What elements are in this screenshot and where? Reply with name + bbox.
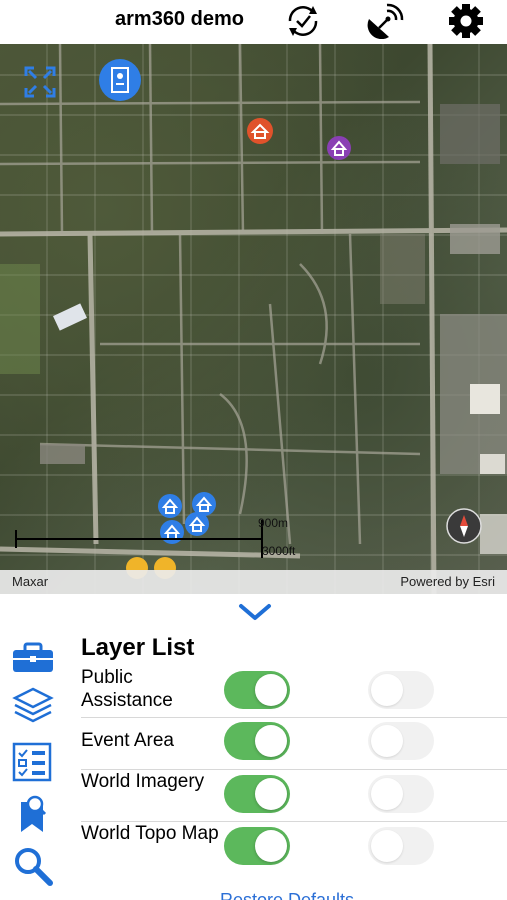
layer-row-public-assistance: Public Assistance	[81, 666, 507, 718]
attribution-source: Maxar	[12, 574, 49, 589]
map-view[interactable]: 900m 3000ft	[0, 44, 507, 594]
layer-row-world-topo-map: World Topo Map	[81, 822, 507, 874]
house-marker-purple[interactable]	[327, 136, 351, 160]
app-title: arm360 demo	[115, 8, 244, 30]
map-imagery	[0, 44, 507, 594]
map-attribution: Maxar Powered by Esri	[0, 570, 507, 594]
extent-icon[interactable]	[24, 66, 56, 98]
layer-visibility-toggle[interactable]	[224, 827, 290, 865]
layer-visibility-toggle[interactable]	[224, 671, 290, 709]
bookmark-icon[interactable]	[10, 794, 56, 834]
layers-icon[interactable]	[10, 686, 56, 726]
layer-label: Event Area	[81, 730, 174, 751]
attribution-powered-by[interactable]: Powered by Esri	[400, 574, 495, 589]
legend-button[interactable]	[99, 59, 141, 101]
house-marker-blue[interactable]	[158, 492, 216, 544]
toolbox-icon[interactable]	[10, 638, 56, 678]
search-icon[interactable]	[10, 846, 56, 886]
scale-imperial-label: 3000ft	[262, 544, 296, 558]
compass-icon[interactable]	[446, 508, 482, 544]
scale-metric-label: 900m	[258, 516, 289, 530]
sync-icon[interactable]	[283, 3, 323, 39]
layer-secondary-toggle[interactable]	[368, 722, 434, 760]
house-marker-orange[interactable]	[247, 118, 273, 144]
layer-row-event-area: Event Area	[81, 718, 507, 770]
layer-label: World Topo Map	[81, 823, 219, 844]
layer-label: World Imagery	[81, 771, 205, 792]
layer-visibility-toggle[interactable]	[224, 722, 290, 760]
layer-label: Public Assistance	[81, 667, 173, 711]
chevron-down-icon[interactable]	[238, 602, 272, 622]
satellite-dish-icon[interactable]	[365, 3, 405, 39]
app-header: arm360 demo	[0, 0, 507, 44]
layer-list-title: Layer List	[81, 634, 195, 661]
gear-icon[interactable]	[446, 3, 486, 39]
layer-visibility-toggle[interactable]	[224, 775, 290, 813]
layer-row-world-imagery: World Imagery	[81, 770, 507, 822]
restore-defaults-button[interactable]: Restore Defaults	[220, 890, 354, 900]
layer-secondary-toggle[interactable]	[368, 671, 434, 709]
layer-secondary-toggle[interactable]	[368, 827, 434, 865]
checklist-icon[interactable]	[10, 742, 56, 782]
layer-secondary-toggle[interactable]	[368, 775, 434, 813]
layer-panel: Layer List Public Assistance Event Area …	[0, 594, 507, 900]
